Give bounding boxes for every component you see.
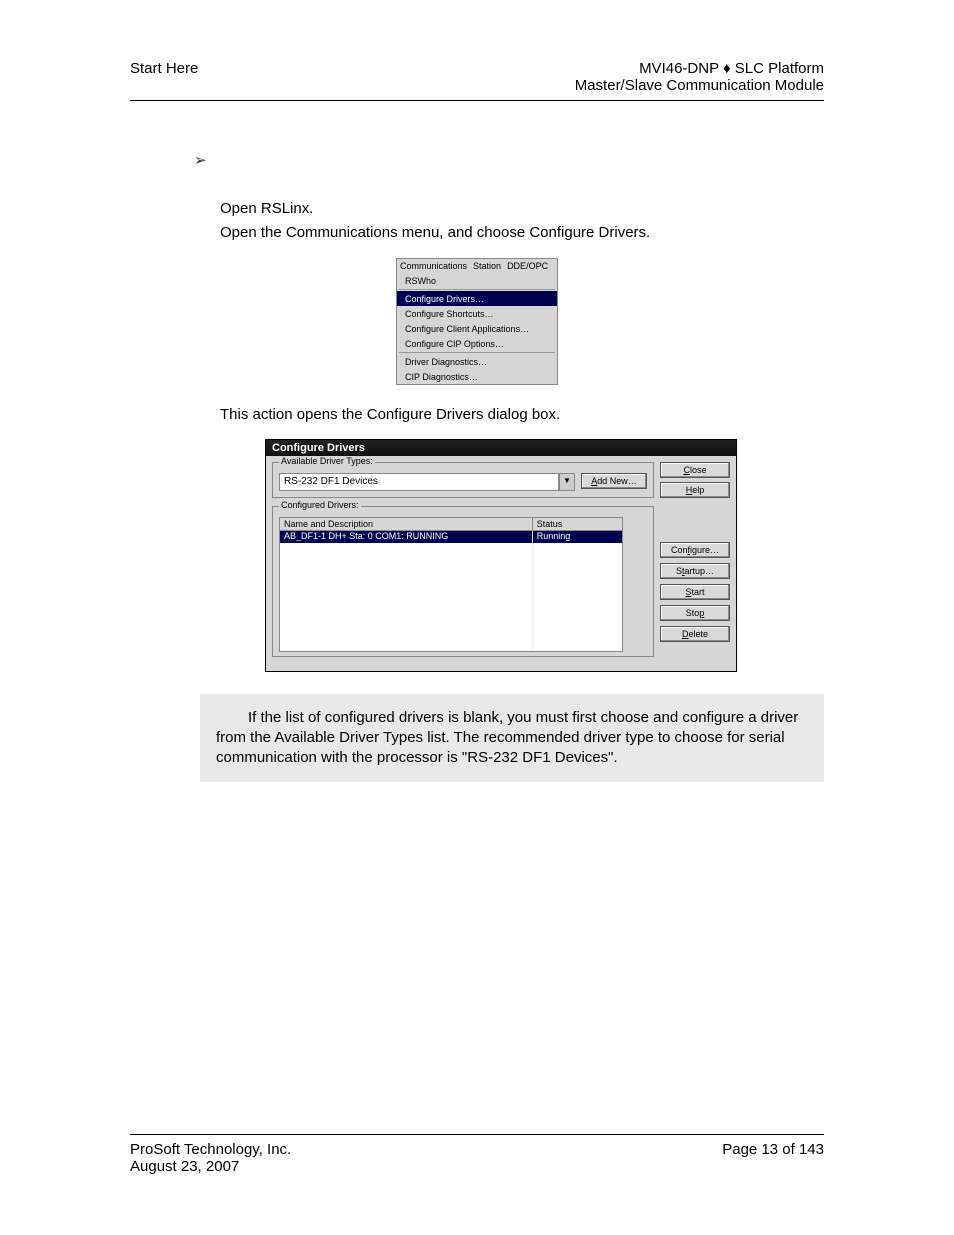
stop-button[interactable]: Stop [660, 605, 730, 621]
menu-bar-ddeopc[interactable]: DDE/OPC [504, 259, 551, 273]
step-line-2: Open the Communications menu, and choose… [220, 223, 824, 243]
table-row[interactable]: AB_DF1-1 DH+ Sta: 0 COM1: RUNNING Runnin… [280, 531, 622, 543]
step-bullet: ➢ [194, 151, 824, 169]
menu-item-configure-cip[interactable]: Configure CIP Options… [397, 336, 557, 351]
menu-item-cip-diagnostics[interactable]: CIP Diagnostics… [397, 369, 557, 384]
table-row [280, 591, 622, 603]
step-text: Open RSLinx. Open the Communications men… [220, 199, 824, 242]
available-driver-types-label: Available Driver Types: [279, 456, 375, 466]
configured-drivers-label: Configured Drivers: [279, 500, 361, 510]
menu-item-rswho[interactable]: RSWho [397, 273, 557, 288]
table-row [280, 543, 622, 555]
row-name: AB_DF1-1 DH+ Sta: 0 COM1: RUNNING [280, 531, 533, 543]
step-line-1: Open RSLinx. [220, 199, 824, 219]
table-row [280, 555, 622, 567]
available-driver-types-group: Available Driver Types: ▼ Add New… [272, 462, 654, 498]
footer-company: ProSoft Technology, Inc. [130, 1141, 291, 1158]
footer-page: Page 13 of 143 [722, 1141, 824, 1175]
startup-button[interactable]: Startup… [660, 563, 730, 579]
table-row [280, 615, 622, 627]
page-footer: ProSoft Technology, Inc. August 23, 2007… [130, 1134, 824, 1175]
communications-menu: Communications Station DDE/OPC RSWho Con… [396, 258, 558, 385]
arrow-icon: ➢ [194, 152, 207, 169]
col-name: Name and Description [280, 518, 533, 530]
menu-bar: Communications Station DDE/OPC [397, 259, 557, 273]
table-header: Name and Description Status [280, 518, 622, 531]
add-new-button[interactable]: Add New… [581, 473, 647, 489]
col-status: Status [533, 518, 622, 530]
table-row [280, 579, 622, 591]
table-row [280, 627, 622, 639]
dialog-title: Configure Drivers [266, 440, 736, 456]
menu-item-driver-diagnostics[interactable]: Driver Diagnostics… [397, 354, 557, 369]
note-text: If the list of configured drivers is bla… [216, 709, 798, 767]
page-header: Start Here MVI46-DNP ♦ SLC Platform Mast… [130, 60, 824, 101]
menu-dropdown: RSWho Configure Drivers… Configure Short… [397, 273, 557, 384]
drivers-table[interactable]: Name and Description Status AB_DF1-1 DH+… [279, 517, 623, 652]
delete-button[interactable]: Delete [660, 626, 730, 642]
table-row [280, 639, 622, 651]
table-row [280, 567, 622, 579]
close-button[interactable]: Close [660, 462, 730, 478]
row-status: Running [533, 531, 622, 543]
header-right-line1: MVI46-DNP ♦ SLC Platform [575, 60, 824, 77]
menu-separator [399, 289, 555, 290]
mid-text-line: This action opens the Configure Drivers … [220, 405, 824, 425]
driver-types-combo[interactable]: ▼ [279, 473, 575, 491]
configure-button[interactable]: Configure… [660, 542, 730, 558]
menu-item-configure-shortcuts[interactable]: Configure Shortcuts… [397, 306, 557, 321]
menu-item-configure-drivers[interactable]: Configure Drivers… [397, 291, 557, 306]
add-new-label: dd New… [597, 476, 637, 486]
configured-drivers-group: Configured Drivers: Name and Description… [272, 506, 654, 657]
menu-separator [399, 352, 555, 353]
header-right: MVI46-DNP ♦ SLC Platform Master/Slave Co… [575, 60, 824, 94]
menu-bar-communications[interactable]: Communications [397, 259, 470, 273]
header-left: Start Here [130, 60, 198, 94]
menu-bar-station[interactable]: Station [470, 259, 504, 273]
driver-types-input[interactable] [279, 473, 559, 491]
header-right-line2: Master/Slave Communication Module [575, 77, 824, 94]
table-row [280, 603, 622, 615]
menu-item-configure-client-apps[interactable]: Configure Client Applications… [397, 321, 557, 336]
configure-drivers-dialog: Configure Drivers Available Driver Types… [265, 439, 737, 672]
chevron-down-icon[interactable]: ▼ [559, 473, 575, 491]
footer-date: August 23, 2007 [130, 1158, 291, 1175]
help-button[interactable]: Help [660, 482, 730, 498]
start-button[interactable]: Start [660, 584, 730, 600]
note-box: If the list of configured drivers is bla… [200, 694, 824, 783]
mid-text: This action opens the Configure Drivers … [220, 405, 824, 425]
